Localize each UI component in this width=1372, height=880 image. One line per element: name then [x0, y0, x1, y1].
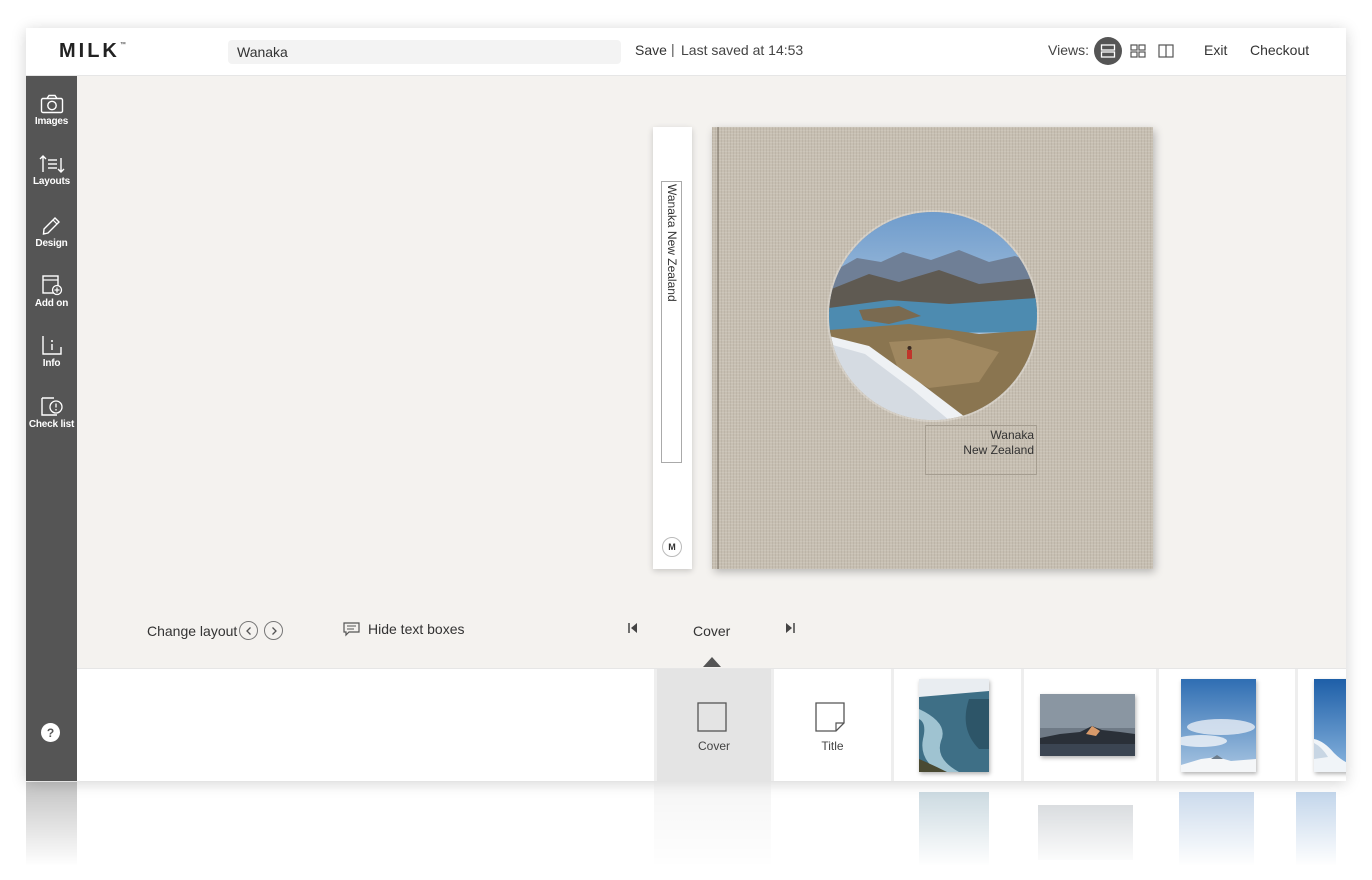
top-bar: MILK™ Save | Last saved at 14:53 Views: …	[26, 28, 1346, 76]
title-page-icon	[815, 702, 845, 732]
last-page-button[interactable]	[784, 621, 796, 640]
sidebar-item-label: Layouts	[33, 176, 70, 187]
window-reflection	[26, 782, 1346, 880]
selected-page-pointer	[703, 657, 721, 667]
mountain-dusk-photo	[1040, 694, 1135, 756]
sidebar-item-info[interactable]: Info	[26, 334, 77, 386]
sidebar-item-check-list[interactable]: Check list	[26, 395, 77, 447]
thumb-cover[interactable]: Cover	[654, 669, 771, 781]
layout-prev-button[interactable]	[239, 621, 258, 640]
page-thumbnail	[1040, 694, 1135, 756]
exit-button[interactable]: Exit	[1204, 42, 1227, 58]
thumb-label: Cover	[697, 739, 730, 753]
thumb-label: Title	[821, 739, 844, 753]
reflection-thumb	[1038, 805, 1133, 860]
sidebar-item-layouts[interactable]: Layouts	[26, 154, 77, 206]
reflection-thumb	[1296, 792, 1336, 872]
first-page-button[interactable]	[627, 621, 639, 640]
info-icon	[41, 336, 62, 355]
change-layout-label: Change layout	[147, 623, 238, 639]
skip-first-icon	[628, 623, 637, 633]
checklist-icon	[40, 397, 63, 416]
spine-text-box[interactable]: Wanaka New Zealand	[661, 181, 682, 463]
cover-photo[interactable]	[829, 212, 1037, 420]
checkout-button[interactable]: Checkout	[1250, 42, 1309, 58]
cover-title-text-box[interactable]: Wanaka New Zealand	[925, 425, 1037, 475]
milk-logo: MILK™	[59, 40, 126, 62]
chevron-left-icon	[245, 626, 251, 635]
view-spread-button[interactable]	[1152, 37, 1180, 65]
sidebar-item-label: Add on	[34, 298, 69, 309]
thumb-page[interactable]	[891, 669, 1021, 781]
chevron-right-icon	[271, 626, 277, 635]
cover-subtitle-line: New Zealand	[963, 443, 1034, 457]
hide-text-boxes-button[interactable]: Hide text boxes	[343, 621, 465, 637]
view-single-button[interactable]	[1094, 37, 1122, 65]
reflection-thumb	[1179, 792, 1254, 872]
thumb-page[interactable]	[1021, 669, 1156, 781]
sidebar-item-label: Info	[42, 358, 61, 369]
reflection-content	[26, 782, 1346, 880]
app-window: MILK™ Save | Last saved at 14:53 Views: …	[26, 28, 1346, 781]
sky-clouds-photo	[1181, 679, 1256, 772]
save-separator: |	[671, 41, 675, 57]
sidebar-item-add-on[interactable]: Add on	[26, 274, 77, 326]
spine-logo: M	[662, 537, 682, 557]
camera-icon	[40, 94, 63, 114]
sidebar-item-label: Images	[34, 116, 69, 127]
page-thumbnail	[1314, 679, 1346, 772]
text-box-icon	[343, 621, 360, 636]
book-cover[interactable]: Wanaka New Zealand	[712, 127, 1153, 569]
hide-text-boxes-label: Hide text boxes	[368, 621, 465, 637]
aerial-river-photo	[919, 679, 989, 772]
thumb-title[interactable]: Title	[771, 669, 891, 781]
spread-view-icon	[1158, 44, 1174, 58]
snow-slope-photo	[1314, 679, 1346, 772]
pencil-icon	[42, 217, 60, 235]
page-filmstrip: Cover Title	[77, 668, 1346, 781]
last-saved-status: Last saved at 14:53	[681, 42, 804, 58]
thumb-page[interactable]	[1295, 669, 1346, 781]
editor-canvas: Wanaka New Zealand M Wanaka New Zealand …	[77, 76, 1346, 668]
cover-hinge	[717, 127, 719, 569]
tool-sidebar: Images Layouts Design Add on Info Check …	[26, 76, 77, 781]
current-page-label: Cover	[693, 623, 731, 639]
sidebar-item-design[interactable]: Design	[26, 214, 77, 266]
layouts-icon	[39, 155, 64, 173]
sidebar-item-label: Check list	[28, 419, 75, 430]
single-view-icon	[1100, 44, 1116, 58]
page-thumbnail	[919, 679, 989, 772]
save-button[interactable]: Save	[635, 42, 667, 58]
help-button[interactable]: ?	[41, 723, 60, 742]
reflection-thumb	[919, 792, 989, 872]
view-grid-button[interactable]	[1124, 37, 1152, 65]
add-on-icon	[41, 275, 62, 296]
mountain-lake-photo	[829, 212, 1037, 420]
reflection-sidebar	[26, 782, 77, 880]
views-label: Views:	[1048, 42, 1089, 58]
layout-next-button[interactable]	[264, 621, 283, 640]
book-spine[interactable]: Wanaka New Zealand M	[653, 127, 692, 569]
page-thumbnail	[1181, 679, 1256, 772]
cover-page-icon	[697, 702, 727, 732]
cover-title-line: Wanaka	[990, 428, 1034, 442]
grid-view-icon	[1130, 44, 1146, 58]
sidebar-item-images[interactable]: Images	[26, 94, 77, 146]
spine-title-text: Wanaka New Zealand	[665, 184, 679, 302]
thumb-page[interactable]	[1156, 669, 1295, 781]
reflection-selected-thumb	[654, 782, 771, 880]
project-name-input[interactable]	[228, 40, 621, 64]
skip-last-icon	[786, 623, 795, 633]
sidebar-item-label: Design	[35, 238, 68, 249]
